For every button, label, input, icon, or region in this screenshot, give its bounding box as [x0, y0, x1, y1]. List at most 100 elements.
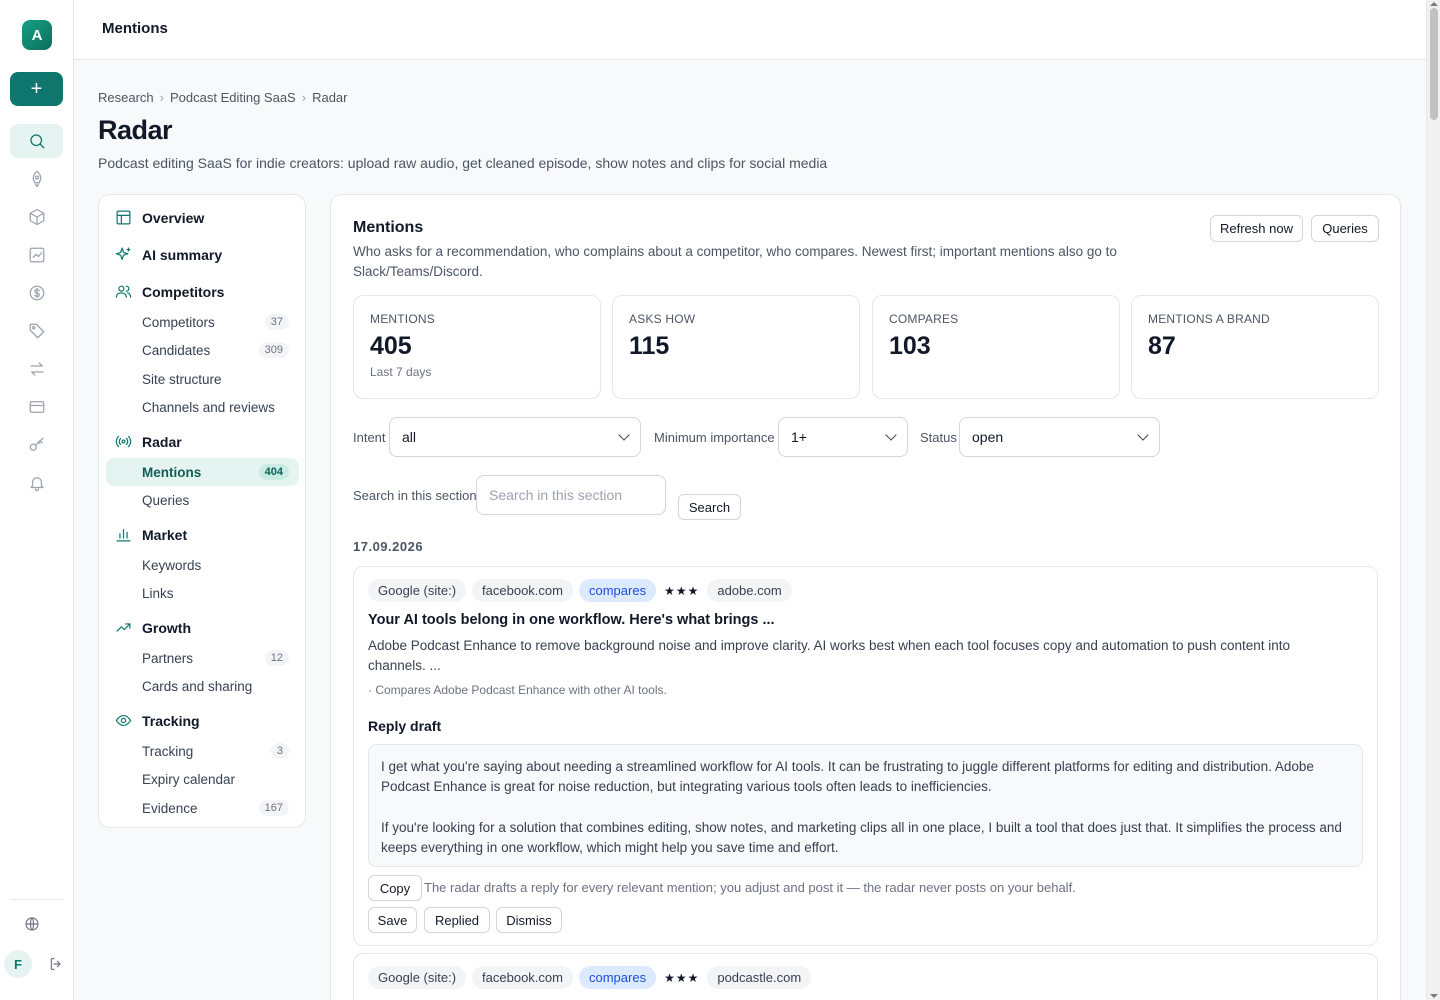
nav-group-radar[interactable]: Radar — [115, 433, 182, 450]
nav-overview[interactable]: Overview — [115, 209, 204, 226]
eye-icon — [115, 714, 132, 727]
nav-group-competitors[interactable]: Competitors — [115, 283, 224, 300]
card-icon — [29, 401, 44, 413]
page-title: Radar — [98, 115, 173, 145]
nav-item-evidence[interactable]: Evidence 167 — [106, 794, 299, 822]
add-button[interactable]: + — [10, 72, 63, 106]
rail-billing-button[interactable] — [10, 390, 63, 424]
nav-item-links[interactable]: Links — [106, 579, 299, 607]
nav-item-label: Partners — [142, 650, 194, 666]
rail-products-button[interactable] — [10, 200, 63, 234]
nav-item-label: Expiry calendar — [142, 771, 236, 787]
stat-value: 115 — [629, 332, 670, 360]
replied-button[interactable]: Replied — [424, 907, 490, 933]
breadcrumb-current: Radar — [312, 90, 348, 105]
language-button[interactable] — [20, 912, 44, 936]
rail-analytics-button[interactable] — [10, 238, 63, 272]
copy-button[interactable]: Copy — [368, 875, 422, 901]
nav-item-count: 12 — [264, 650, 289, 666]
nav-ai-summary-label: AI summary — [142, 246, 223, 263]
nav-item-label: Evidence — [142, 800, 198, 816]
rail-keys-button[interactable] — [10, 428, 63, 462]
nav-overview-label: Overview — [142, 209, 205, 226]
user-avatar[interactable]: F — [4, 950, 32, 978]
globe-icon — [25, 917, 39, 931]
panel-description: Who asks for a recommendation, who compl… — [353, 244, 1117, 279]
copy-hint: The radar drafts a reply for every relev… — [424, 880, 1076, 895]
queries-button[interactable]: Queries — [1311, 215, 1379, 242]
nav-item-keywords[interactable]: Keywords — [106, 551, 299, 579]
nav-group-growth[interactable]: Growth — [115, 619, 191, 636]
stat-label: Asks how — [629, 312, 696, 326]
stat-card-mentions-brand: Mentions a brand 87 — [1131, 295, 1379, 399]
logout-button[interactable] — [44, 952, 68, 976]
scroll-up-arrow[interactable] — [1430, 2, 1438, 6]
mention-excerpt: Adobe Podcast Enhance to remove backgrou… — [368, 638, 1291, 673]
nav-item-label: Cards and sharing — [142, 678, 253, 694]
breadcrumb-project[interactable]: Podcast Editing SaaS — [170, 90, 296, 105]
users-icon — [115, 285, 132, 298]
status-value: open — [972, 429, 1004, 445]
nav-item-candidates[interactable]: Candidates 309 — [106, 336, 299, 364]
nav-item-channels-reviews[interactable]: Channels and reviews — [106, 393, 299, 421]
rail-search-button[interactable] — [10, 124, 63, 158]
importance-label: Minimum importance — [654, 430, 775, 445]
panel-title: Mentions — [353, 219, 424, 236]
nav-item-count: 404 — [258, 464, 289, 480]
search-label: Search in this section — [353, 488, 477, 503]
rail-transfers-button[interactable] — [10, 352, 63, 386]
importance-stars: ★★★ — [664, 970, 700, 985]
domain-chip: facebook.com — [472, 966, 573, 989]
nav-item-count: 167 — [258, 800, 289, 816]
dollar-icon — [29, 285, 44, 301]
nav-group-label: Competitors — [142, 283, 225, 300]
nav-item-label: Keywords — [142, 557, 202, 573]
intent-select[interactable]: all — [389, 417, 641, 457]
nav-item-count: 3 — [270, 743, 289, 759]
rail-alerts-button[interactable] — [10, 466, 63, 500]
status-select[interactable]: open — [959, 417, 1160, 457]
reply-draft-text[interactable]: I get what you're saying about needing a… — [368, 744, 1363, 867]
intent-value: all — [402, 429, 417, 445]
page-scrollbar[interactable] — [1426, 0, 1440, 1000]
dismiss-button[interactable]: Dismiss — [496, 907, 562, 933]
save-button[interactable]: Save — [368, 907, 417, 933]
mention-chips: Google (site:) facebook.com compares ★★★… — [368, 966, 812, 989]
swap-icon — [29, 362, 44, 376]
breadcrumb-research[interactable]: Research — [98, 90, 154, 105]
rail-pricing-button[interactable] — [10, 276, 63, 310]
rail-launch-button[interactable] — [10, 162, 63, 196]
nav-item-site-structure[interactable]: Site structure — [106, 365, 299, 393]
domain-chip: facebook.com — [472, 579, 573, 602]
tag-icon — [29, 323, 44, 339]
nav-item-queries[interactable]: Queries — [106, 486, 299, 514]
search-input[interactable] — [476, 475, 666, 515]
scroll-thumb[interactable] — [1430, 8, 1438, 120]
search-button[interactable]: Search — [678, 494, 741, 520]
scroll-down-arrow[interactable] — [1430, 994, 1438, 998]
mention-title[interactable]: Your AI tools belong in one workflow. He… — [368, 612, 775, 628]
radar-icon — [115, 435, 132, 448]
nav-ai-summary[interactable]: AI summary — [115, 246, 222, 263]
nav-item-tracking[interactable]: Tracking 3 — [106, 737, 299, 765]
nav-item-partners[interactable]: Partners 12 — [106, 644, 299, 672]
brand-chip: podcastle.com — [707, 966, 812, 989]
importance-select[interactable]: 1+ — [778, 417, 908, 457]
nav-item-expiry-calendar[interactable]: Expiry calendar — [106, 765, 299, 793]
breadcrumb: Research › Podcast Editing SaaS › Radar — [98, 90, 348, 105]
nav-item-competitors[interactable]: Competitors 37 — [106, 308, 299, 336]
nav-group-tracking[interactable]: Tracking — [115, 712, 200, 729]
bar-chart-icon — [116, 528, 131, 542]
status-label: Status — [920, 430, 957, 445]
nav-group-label: Tracking — [142, 712, 200, 729]
nav-group-market[interactable]: Market — [115, 526, 187, 543]
refresh-button[interactable]: Refresh now — [1210, 215, 1303, 242]
rail-tags-button[interactable] — [10, 314, 63, 348]
nav-item-cards-sharing[interactable]: Cards and sharing — [106, 672, 299, 700]
workspace-avatar[interactable]: A — [22, 20, 52, 50]
top-bar: Mentions — [74, 0, 1426, 60]
nav-group-label: Growth — [142, 619, 191, 636]
nav-item-mentions[interactable]: Mentions 404 — [106, 458, 299, 486]
cube-icon — [29, 208, 44, 226]
nav-item-label: Candidates — [142, 342, 211, 358]
